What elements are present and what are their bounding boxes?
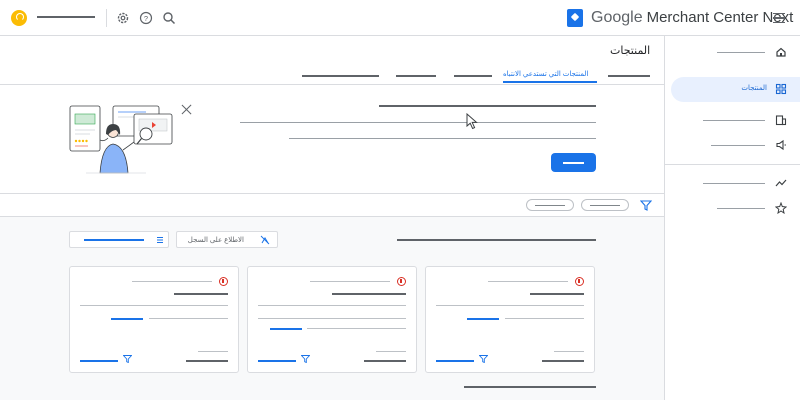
brand-product-name: Merchant Center Next	[646, 9, 794, 26]
view-history-button[interactable]: الاطلاع على السجل	[176, 231, 278, 248]
filter-chip-2[interactable]	[581, 199, 629, 211]
products-grid-icon	[775, 83, 787, 95]
nav-item-store[interactable]	[671, 108, 800, 133]
card-text-placeholder	[505, 318, 584, 319]
nav-item-home[interactable]	[671, 40, 800, 65]
card-link-placeholder[interactable]	[270, 328, 302, 330]
brand-logo[interactable]: Google Merchant Center Next	[567, 8, 793, 28]
banner-title-placeholder	[379, 105, 596, 107]
filter-icon[interactable]	[640, 200, 652, 211]
card-filter-icon[interactable]	[301, 355, 310, 363]
card-meta-placeholder	[376, 351, 406, 352]
svg-text:?: ?	[144, 14, 148, 23]
nav-item-growth[interactable]	[671, 196, 800, 221]
campaign-icon	[776, 139, 786, 151]
nav-item-products-label: المنتجات	[741, 85, 767, 92]
card-title-placeholder	[488, 281, 568, 282]
card-filter-icon[interactable]	[123, 355, 132, 363]
brand-google: Google	[591, 9, 643, 26]
product-issue-card[interactable]	[69, 266, 239, 373]
top-app-bar: ? Google Merchant Center Next	[0, 0, 800, 36]
view-history-label: الاطلاع على السجل	[187, 237, 244, 244]
page-title: المنتجات	[610, 45, 651, 57]
card-text-placeholder	[436, 305, 584, 306]
card-subtitle-placeholder	[332, 293, 406, 295]
search-icon[interactable]	[162, 11, 176, 25]
card-filter-icon[interactable]	[479, 355, 488, 363]
card-title-placeholder	[132, 281, 212, 282]
side-navigation: المنتجات	[664, 36, 800, 400]
card-count-placeholder	[186, 360, 228, 362]
menu-icon[interactable]	[773, 13, 785, 23]
trending-icon	[775, 179, 787, 187]
error-alert-icon	[575, 277, 584, 286]
card-action-placeholder[interactable]	[258, 360, 296, 362]
settings-gear-icon[interactable]	[116, 11, 130, 25]
nav-item-products[interactable]: المنتجات	[671, 77, 800, 102]
product-issue-card[interactable]	[425, 266, 595, 373]
card-count-placeholder	[364, 360, 406, 362]
nav-item-label-placeholder	[703, 120, 765, 121]
error-alert-icon	[219, 277, 228, 286]
nav-item-label-placeholder	[703, 183, 765, 184]
card-meta-placeholder	[198, 351, 228, 352]
dismiss-banner-close-icon[interactable]	[181, 104, 192, 115]
store-icon	[775, 115, 787, 126]
card-action-placeholder[interactable]	[436, 360, 474, 362]
card-subtitle-placeholder	[174, 293, 228, 295]
nav-item-label-placeholder	[717, 208, 765, 209]
tab-placeholder-2[interactable]	[396, 75, 436, 77]
product-issue-card[interactable]	[247, 266, 417, 373]
tab-attention-needed[interactable]: المنتجات التي تستدعي الانتباه	[503, 70, 588, 78]
mouse-cursor-icon	[466, 113, 478, 130]
help-icon[interactable]: ?	[139, 11, 153, 25]
tab-placeholder-3[interactable]	[454, 75, 492, 77]
home-icon	[776, 47, 786, 57]
card-text-placeholder	[258, 305, 406, 306]
list-heading-placeholder	[397, 239, 596, 241]
section-heading-placeholder	[464, 386, 596, 388]
card-meta-placeholder	[554, 351, 584, 352]
card-action-placeholder[interactable]	[80, 360, 118, 362]
error-alert-icon	[397, 277, 406, 286]
history-icon	[260, 235, 270, 245]
banner-text-placeholder-2	[289, 138, 596, 139]
banner-divider	[0, 193, 664, 194]
card-title-placeholder	[310, 281, 390, 282]
account-name-placeholder[interactable]	[37, 16, 95, 18]
header-divider	[0, 84, 664, 85]
nav-item-label-placeholder	[711, 145, 765, 146]
nav-item-marketing[interactable]	[671, 133, 800, 158]
nav-item-performance[interactable]	[671, 171, 800, 196]
tab-placeholder-1[interactable]	[302, 75, 379, 77]
sort-value-placeholder	[84, 239, 144, 241]
filter-chip-1[interactable]	[526, 199, 574, 211]
card-link-placeholder[interactable]	[111, 318, 143, 320]
toolbar-divider	[106, 9, 107, 27]
shopping-illustration	[69, 105, 173, 174]
nav-item-label-placeholder	[717, 52, 765, 53]
card-text-placeholder	[80, 305, 228, 306]
tab-placeholder-4[interactable]	[608, 75, 650, 77]
card-text-placeholder	[307, 328, 406, 329]
banner-primary-button[interactable]	[551, 153, 596, 172]
banner-text-placeholder-1	[240, 122, 596, 123]
account-avatar-icon[interactable]	[11, 10, 27, 26]
card-text-placeholder	[258, 318, 406, 319]
list-sort-icon	[157, 237, 163, 243]
card-link-placeholder[interactable]	[467, 318, 499, 320]
sort-dropdown[interactable]	[69, 231, 169, 248]
card-subtitle-placeholder	[530, 293, 584, 295]
card-text-placeholder	[149, 318, 228, 319]
growth-icon	[775, 202, 787, 214]
card-count-placeholder	[542, 360, 584, 362]
nav-divider	[665, 164, 800, 165]
tab-active-indicator	[503, 81, 597, 83]
merchant-center-logo-icon	[567, 9, 583, 27]
